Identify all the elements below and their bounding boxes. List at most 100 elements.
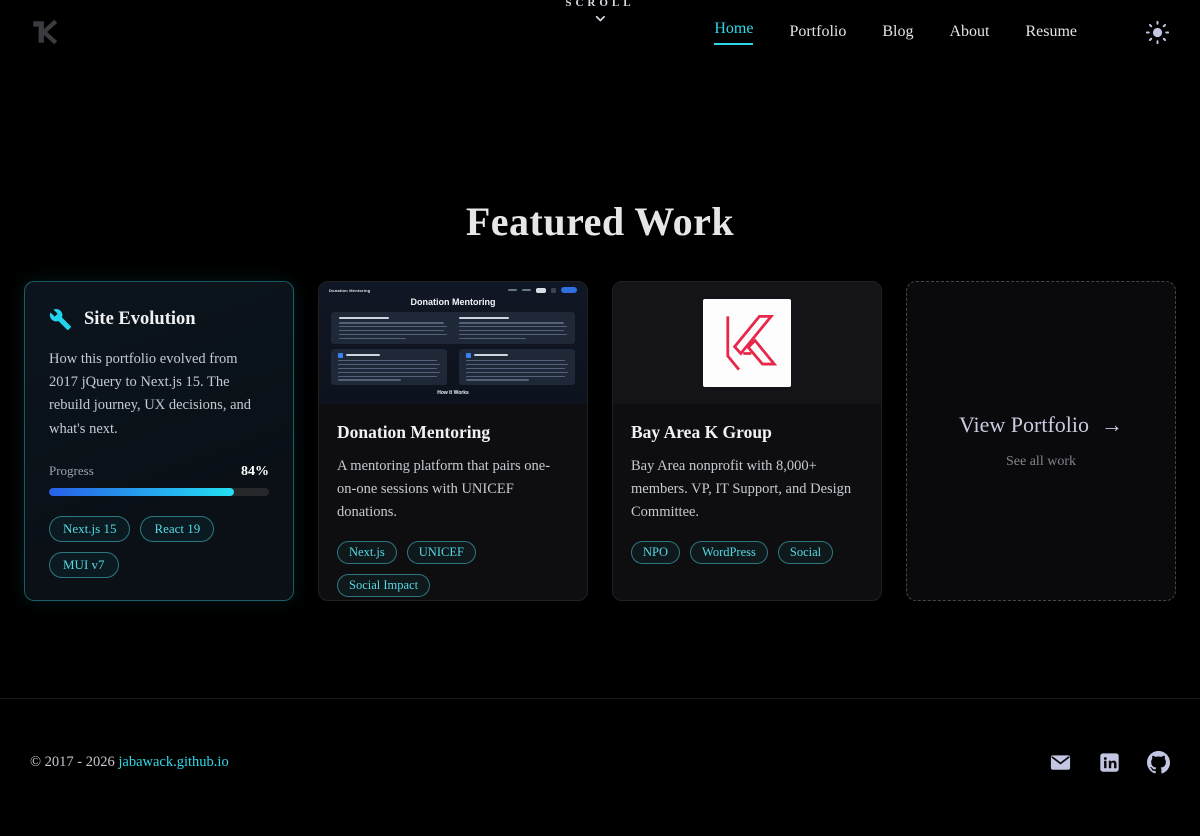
- linkedin-link[interactable]: [1099, 752, 1120, 773]
- tag-chip: UNICEF: [407, 541, 476, 564]
- skeleton-line: [338, 372, 440, 374]
- tag-chip: MUI v7: [49, 552, 119, 578]
- tag-chip: WordPress: [690, 541, 768, 564]
- nav-item-portfolio[interactable]: Portfolio: [789, 23, 846, 41]
- skeleton-line: [466, 379, 529, 381]
- mini-theme-square: [551, 288, 556, 293]
- mini-nav-link: [522, 289, 531, 291]
- card-bay-area-k-group[interactable]: Bay Area K Group Bay Area nonprofit with…: [612, 281, 882, 601]
- skeleton-line: [459, 326, 567, 328]
- social-links: [1049, 751, 1170, 774]
- skeleton-line: [466, 364, 568, 366]
- nav-item-about[interactable]: About: [949, 23, 989, 41]
- progress-bar-fill: [49, 488, 234, 496]
- card-title: Site Evolution: [84, 309, 196, 330]
- email-icon: [1049, 751, 1072, 774]
- scroll-indicator[interactable]: SCROLL: [565, 0, 634, 28]
- tag-list: Next.js 15 React 19 MUI v7: [49, 516, 269, 578]
- skeleton-line: [339, 322, 444, 324]
- skeleton-line: [339, 338, 406, 340]
- page-title: Featured Work: [0, 198, 1200, 245]
- arrow-right-icon: →: [1101, 412, 1123, 438]
- skeleton-line: [459, 330, 564, 332]
- mini-lang-pill: [536, 288, 546, 293]
- progress-label: Progress: [49, 463, 94, 479]
- skeleton-line: [459, 334, 567, 336]
- view-portfolio-label: View Portfolio →: [959, 412, 1123, 438]
- skeleton-line: [338, 368, 437, 370]
- mini-section: [459, 349, 575, 385]
- site-link[interactable]: jabawack.github.io: [118, 754, 228, 770]
- skeleton-heading: [459, 317, 509, 319]
- copyright: © 2017 - 2026 jabawack.github.io: [30, 754, 229, 771]
- featured-work-grid: Site Evolution How this portfolio evolve…: [0, 281, 1200, 601]
- mini-heading: Donation Mentoring: [319, 297, 587, 307]
- tag-chip: Next.js 15: [49, 516, 130, 542]
- card-donation-mentoring[interactable]: Donation Mentoring Donation Mentoring: [318, 281, 588, 601]
- mini-blue-icon: [338, 353, 343, 358]
- nav-item-blog[interactable]: Blog: [882, 23, 913, 41]
- nav-item-resume[interactable]: Resume: [1025, 23, 1077, 41]
- skeleton-line: [338, 379, 401, 381]
- scroll-label: SCROLL: [565, 0, 634, 9]
- card-description: Bay Area nonprofit with 8,000+ members. …: [631, 455, 863, 525]
- progress-bar: [49, 488, 269, 496]
- mini-cta-button: [561, 287, 577, 293]
- card-view-portfolio[interactable]: View Portfolio → See all work: [906, 281, 1176, 601]
- mini-section-header: [338, 353, 440, 358]
- mini-blue-icon: [466, 353, 471, 358]
- card-title-row: Site Evolution: [49, 308, 269, 331]
- skeleton-line: [466, 368, 565, 370]
- mini-footer-heading: How It Works: [319, 390, 587, 396]
- k-group-thumbnail: [613, 282, 881, 404]
- skeleton-heading: [474, 354, 509, 356]
- card-title: Bay Area K Group: [631, 422, 863, 443]
- copyright-text: © 2017 - 2026: [30, 754, 118, 770]
- tag-chip: Social Impact: [337, 574, 430, 597]
- email-link[interactable]: [1049, 751, 1072, 774]
- main-nav: Home Portfolio Blog About Resume: [714, 20, 1170, 45]
- card-description: How this portfolio evolved from 2017 jQu…: [49, 348, 269, 441]
- footer: © 2017 - 2026 jabawack.github.io: [0, 698, 1200, 774]
- skeleton-line: [339, 330, 444, 332]
- site-logo[interactable]: [30, 19, 60, 45]
- tag-chip: React 19: [140, 516, 214, 542]
- card-site-evolution[interactable]: Site Evolution How this portfolio evolve…: [24, 281, 294, 601]
- progress-header: Progress 84%: [49, 463, 269, 480]
- skeleton-line: [339, 326, 447, 328]
- skeleton-heading: [346, 354, 381, 356]
- skeleton-line: [466, 376, 565, 378]
- view-portfolio-text: View Portfolio: [959, 412, 1089, 438]
- mini-logo: Donation Mentoring: [329, 288, 370, 293]
- skeleton-line: [338, 360, 437, 362]
- mini-column: [459, 317, 567, 339]
- skeleton-line: [339, 334, 447, 336]
- nav-item-home[interactable]: Home: [714, 20, 753, 45]
- mini-column: [339, 317, 447, 339]
- card-content: Bay Area K Group Bay Area nonprofit with…: [613, 404, 881, 564]
- tag-list: Next.js UNICEF Social Impact: [337, 541, 569, 597]
- card-title: Donation Mentoring: [337, 422, 569, 443]
- sun-icon: [1145, 20, 1170, 45]
- theme-toggle-button[interactable]: [1145, 20, 1170, 45]
- wrench-icon: [49, 308, 72, 331]
- see-all-work-label: See all work: [1006, 454, 1076, 470]
- tag-chip: NPO: [631, 541, 680, 564]
- chevron-down-icon: [589, 10, 611, 28]
- linkedin-icon: [1099, 752, 1120, 773]
- header: SCROLL Home Portfolio Blog About Resume: [0, 0, 1200, 64]
- tag-chip: Next.js: [337, 541, 397, 564]
- mini-nav: [508, 287, 577, 293]
- github-link[interactable]: [1147, 751, 1170, 774]
- card-content: Donation Mentoring A mentoring platform …: [319, 404, 587, 597]
- k-group-logo-icon: [716, 310, 778, 376]
- github-icon: [1147, 751, 1170, 774]
- tk-monogram-icon: [30, 19, 60, 45]
- k-logo-tile: [703, 299, 791, 387]
- skeleton-line: [466, 372, 568, 374]
- mini-panel: [331, 312, 575, 344]
- skeleton-line: [466, 360, 565, 362]
- progress-value: 84%: [241, 464, 269, 480]
- mini-sections: [331, 349, 575, 385]
- mini-section: [331, 349, 447, 385]
